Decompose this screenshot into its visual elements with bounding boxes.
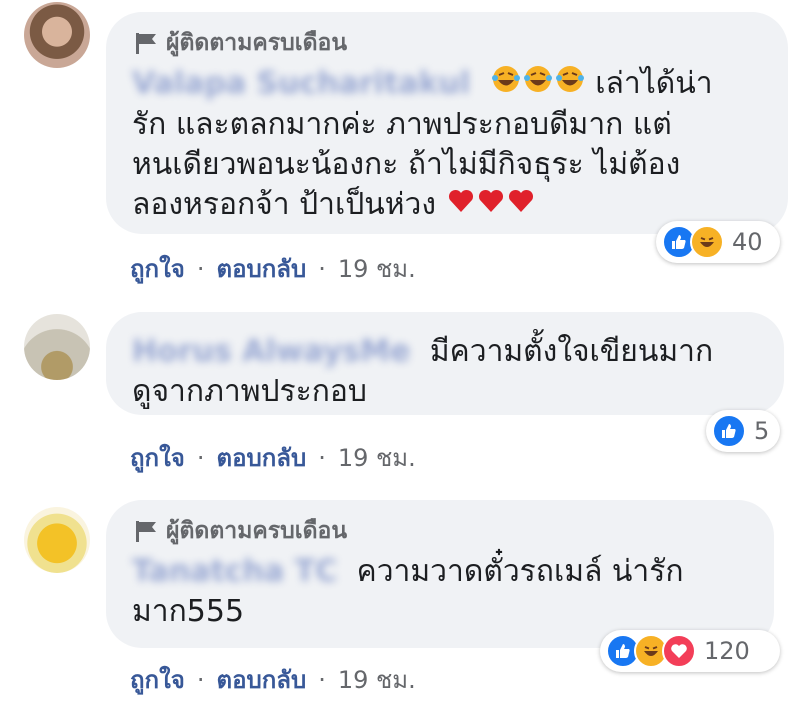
top-fan-badge: ผู้ติดตามครบเดือน — [132, 26, 760, 60]
like-icon — [712, 414, 746, 448]
author-name[interactable]: Horus AlwaysMe — [132, 334, 410, 369]
heart-emoji-icon — [477, 186, 505, 226]
author-name[interactable]: Valapa Sucharitakul — [132, 66, 470, 101]
comment-text: Valapa Sucharitakul เล่าได้น่า รัก และตล… — [132, 64, 760, 226]
timestamp[interactable]: 19 ชม. — [338, 660, 416, 699]
timestamp[interactable]: 19 ชม. — [338, 249, 416, 288]
heart-emoji-icon — [447, 186, 475, 226]
comment-bubble: ผู้ติดตามครบเดือน Valapa Sucharitakul เล… — [106, 12, 788, 234]
comment-actions: ถูกใจ · ตอบกลับ · 19 ชม. — [130, 438, 416, 477]
love-icon — [662, 634, 696, 668]
author-name[interactable]: Tanatcha TC — [132, 554, 337, 589]
reaction-summary[interactable]: 120 — [600, 630, 780, 672]
like-button[interactable]: ถูกใจ — [130, 438, 185, 477]
comment-bubble: ผู้ติดตามครบเดือน Tanatcha TC ความวาดตั๋… — [106, 500, 774, 648]
avatar[interactable] — [24, 2, 90, 68]
heart-emoji-icon — [507, 186, 535, 226]
comment-text: Tanatcha TC ความวาดตั๋วรถเมล์ น่ารัก มาก… — [132, 554, 684, 629]
reply-button[interactable]: ตอบกลับ — [216, 660, 306, 699]
comment-text: Horus AlwaysMe มีความตั้งใจเขียนมาก ดูจา… — [132, 334, 714, 409]
like-button[interactable]: ถูกใจ — [130, 249, 185, 288]
reaction-count: 120 — [704, 637, 750, 665]
avatar[interactable] — [24, 507, 90, 573]
flag-icon — [136, 33, 156, 54]
comment-actions: ถูกใจ · ตอบกลับ · 19 ชม. — [130, 660, 416, 699]
avatar[interactable] — [24, 314, 90, 380]
reply-button[interactable]: ตอบกลับ — [216, 249, 306, 288]
badge-label: ผู้ติดตามครบเดือน — [166, 30, 348, 56]
reaction-summary[interactable]: 40 — [656, 221, 780, 263]
reaction-count: 40 — [732, 228, 763, 256]
flag-icon — [136, 521, 156, 542]
top-fan-badge: ผู้ติดตามครบเดือน — [132, 514, 746, 548]
rofl-emoji-icon — [491, 64, 521, 105]
reaction-count: 5 — [754, 417, 770, 445]
comment-actions: ถูกใจ · ตอบกลับ · 19 ชม. — [130, 249, 416, 288]
timestamp[interactable]: 19 ชม. — [338, 438, 416, 477]
haha-icon — [690, 225, 724, 259]
reply-button[interactable]: ตอบกลับ — [216, 438, 306, 477]
like-button[interactable]: ถูกใจ — [130, 660, 185, 699]
rofl-emoji-icon — [555, 64, 585, 105]
comment-bubble: Horus AlwaysMe มีความตั้งใจเขียนมาก ดูจา… — [106, 312, 784, 415]
badge-label: ผู้ติดตามครบเดือน — [166, 518, 348, 544]
rofl-emoji-icon — [523, 64, 553, 105]
reaction-summary[interactable]: 5 — [706, 410, 780, 452]
